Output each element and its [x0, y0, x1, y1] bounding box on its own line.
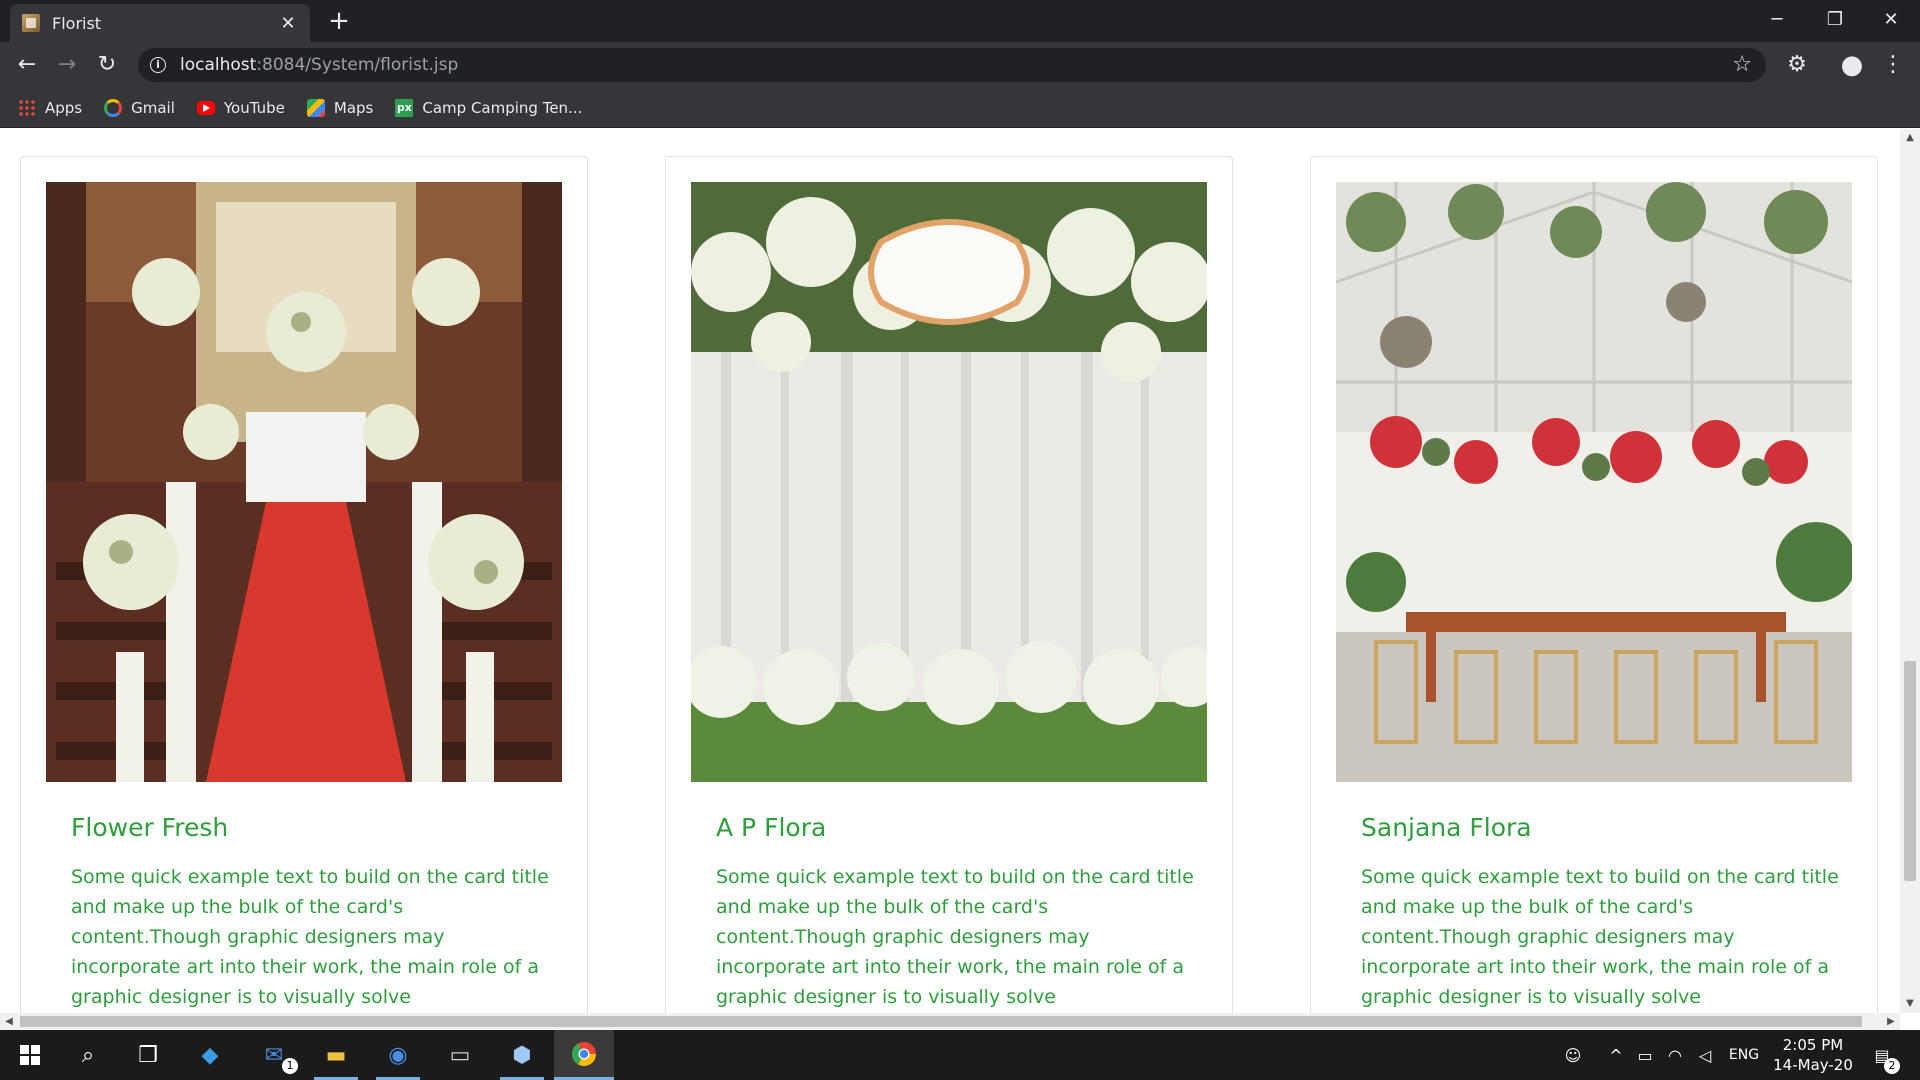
- address-bar[interactable]: i localhost:8084/System/florist.jsp ☆: [138, 48, 1766, 82]
- task-view-icon[interactable]: ❒: [118, 1030, 178, 1080]
- scroll-up-arrow-icon[interactable]: ▲: [1900, 129, 1920, 147]
- card-title: Sanjana Flora: [1361, 813, 1532, 842]
- bookmark-gmail[interactable]: Gmail: [104, 98, 175, 117]
- new-tab-button[interactable]: +: [324, 6, 354, 36]
- bookmark-label: Camp Camping Ten...: [422, 98, 583, 117]
- card-title: Flower Fresh: [71, 813, 229, 842]
- extension-icon[interactable]: ⚙: [1782, 50, 1812, 80]
- card-image: [691, 182, 1207, 782]
- browser-tab[interactable]: Florist ✕: [10, 4, 310, 42]
- scroll-right-arrow-icon[interactable]: ▶: [1882, 1013, 1900, 1030]
- start-windows-icon[interactable]: [0, 1030, 60, 1080]
- reload-icon[interactable]: ↻: [92, 50, 122, 80]
- florist-favicon-icon: [22, 14, 40, 32]
- action-center-icon[interactable]: ▤ 2: [1862, 1030, 1902, 1080]
- show-hidden-icons-chevron-icon[interactable]: ^: [1604, 1030, 1628, 1080]
- card-text: Some quick example text to build on the …: [716, 866, 1194, 1008]
- horizontal-scroll-thumb[interactable]: [20, 1016, 1862, 1027]
- google-icon: [104, 98, 123, 117]
- maps-icon: [306, 98, 325, 117]
- vertical-scrollbar[interactable]: ▲ ▼: [1900, 129, 1920, 1013]
- tab-strip: Florist ✕ + ─ ❐ ✕: [0, 0, 1920, 42]
- clock-date: 14-May-20: [1773, 1056, 1853, 1074]
- page-viewport: Flower Fresh Some quick example text to …: [0, 129, 1900, 1013]
- bookmark-label: Apps: [45, 98, 83, 117]
- wifi-icon[interactable]: ◠: [1662, 1030, 1688, 1080]
- bookmark-youtube[interactable]: YouTube: [196, 98, 285, 117]
- clock-time: 2:05 PM: [1782, 1036, 1844, 1054]
- virtualbox-icon[interactable]: ⬢: [492, 1030, 552, 1080]
- firefox-icon[interactable]: ◉: [368, 1030, 428, 1080]
- volume-muted-icon[interactable]: ◁: [1692, 1030, 1718, 1080]
- card-image: [46, 182, 562, 782]
- mail-badge: 1: [282, 1058, 298, 1074]
- close-window-button[interactable]: ✕: [1862, 0, 1920, 42]
- church-aisle-flower-image: [46, 182, 562, 782]
- url-host: localhost: [180, 55, 257, 75]
- scroll-left-arrow-icon[interactable]: ◀: [0, 1013, 18, 1030]
- card-title: A P Flora: [716, 813, 827, 842]
- language-indicator[interactable]: ENG: [1722, 1030, 1766, 1080]
- florist-card-sanjana-flora: Sanjana Flora Some quick example text to…: [1310, 156, 1878, 1013]
- vertical-scroll-thumb[interactable]: [1904, 661, 1916, 881]
- px-icon: px: [395, 98, 414, 117]
- card-image: [1336, 182, 1852, 782]
- tab-title: Florist: [52, 13, 102, 33]
- system-clock[interactable]: 2:05 PM 14-May-20: [1768, 1035, 1858, 1075]
- bookmark-label: YouTube: [223, 98, 285, 117]
- youtube-icon: [196, 100, 215, 115]
- vscode-icon[interactable]: ◆: [180, 1030, 240, 1080]
- back-arrow-icon[interactable]: ←: [12, 50, 42, 80]
- horizontal-scrollbar[interactable]: ◀ ▶: [0, 1013, 1900, 1030]
- bookmark-label: Maps: [333, 98, 374, 117]
- minimize-button[interactable]: ─: [1748, 0, 1806, 42]
- bookmark-maps[interactable]: Maps: [306, 98, 374, 117]
- card-text: Some quick example text to build on the …: [1361, 866, 1839, 1008]
- battery-icon[interactable]: ▭: [1632, 1030, 1658, 1080]
- florist-card-a-p-flora: A P Flora Some quick example text to bui…: [665, 156, 1233, 1013]
- mail-icon[interactable]: ✉ 1: [244, 1030, 304, 1080]
- greenhouse-table-image: [1336, 182, 1852, 782]
- white-drape-backdrop-image: [691, 182, 1207, 782]
- chrome-icon[interactable]: [554, 1030, 614, 1080]
- bookmark-star-icon[interactable]: ☆: [1732, 52, 1752, 77]
- restore-button[interactable]: ❐: [1806, 0, 1864, 42]
- bookmark-apps[interactable]: Apps: [18, 98, 83, 117]
- notification-badge: 2: [1884, 1058, 1900, 1074]
- bookmark-camp-camping[interactable]: px Camp Camping Ten...: [395, 98, 583, 117]
- terminal-icon[interactable]: ▭: [430, 1030, 490, 1080]
- search-icon[interactable]: ⌕: [58, 1030, 118, 1080]
- apps-grid-icon: [18, 98, 36, 117]
- bookmarks-bar: Apps Gmail YouTube Maps px Camp Camping …: [0, 88, 1920, 128]
- forward-arrow-icon[interactable]: →: [52, 50, 82, 80]
- windows-taskbar: ⌕ ❒ ◆ ✉ 1 ▬ ◉ ▭ ⬢ ☺ ^ ▭ ◠ ◁ ENG 2:05 PM …: [0, 1030, 1920, 1080]
- file-explorer-icon[interactable]: ▬: [306, 1030, 366, 1080]
- scroll-down-arrow-icon[interactable]: ▼: [1900, 995, 1920, 1013]
- close-tab-icon[interactable]: ✕: [278, 13, 298, 34]
- profile-avatar-icon[interactable]: ●: [1837, 50, 1867, 80]
- bookmark-label: Gmail: [131, 98, 175, 117]
- florist-card-flower-fresh: Flower Fresh Some quick example text to …: [20, 156, 588, 1013]
- card-text: Some quick example text to build on the …: [71, 866, 549, 1008]
- site-info-icon[interactable]: i: [150, 57, 166, 73]
- people-icon[interactable]: ☺: [1558, 1030, 1588, 1080]
- browser-toolbar: ← → ↻ i localhost:8084/System/florist.js…: [0, 42, 1920, 88]
- url-path: :8084/System/florist.jsp: [256, 55, 459, 75]
- menu-kebab-icon[interactable]: ⋮: [1878, 50, 1908, 80]
